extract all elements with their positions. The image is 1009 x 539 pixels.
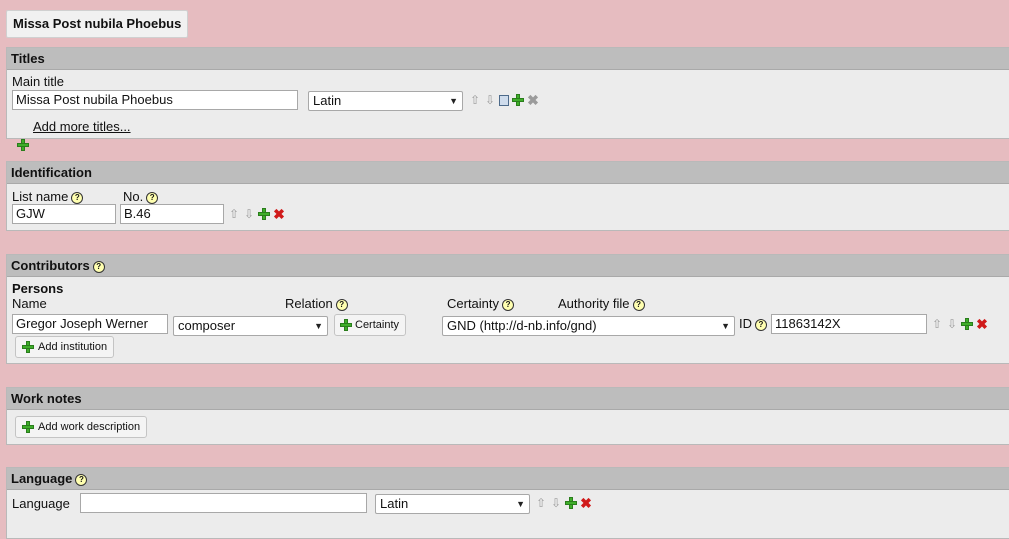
identification-panel: Identification List name? No.? GJW B.46 …	[6, 161, 1009, 231]
language-select[interactable]: Latin ▼	[375, 494, 530, 514]
help-icon[interactable]: ?	[502, 299, 515, 311]
chevron-down-icon: ▼	[516, 499, 525, 509]
no-label-text: No.	[123, 189, 144, 204]
title-language-value: Latin	[313, 93, 342, 108]
language-header: Language?	[7, 468, 1009, 490]
id-label: ID?	[739, 316, 767, 331]
work-notes-panel: Work notes Add work description	[6, 387, 1009, 445]
contributors-header: Contributors?	[7, 255, 1009, 277]
help-icon[interactable]: ?	[146, 192, 159, 204]
add-icon[interactable]	[565, 497, 577, 509]
move-down-icon[interactable]: ⇩	[484, 94, 496, 106]
contributors-header-text: Contributors	[11, 258, 90, 273]
list-name-label-text: List name	[12, 189, 69, 204]
certainty-button[interactable]: Certainty	[334, 314, 407, 336]
add-icon[interactable]	[512, 94, 524, 106]
add-icon[interactable]	[258, 208, 270, 220]
list-name-input[interactable]: GJW	[12, 204, 116, 224]
no-label: No.?	[123, 189, 159, 204]
authority-file-value: GND (http://d-nb.info/gnd)	[447, 318, 597, 333]
copy-icon[interactable]	[499, 94, 509, 106]
page-title: Missa Post nubila Phoebus	[6, 10, 189, 38]
add-institution-label: Add institution	[38, 341, 108, 353]
chevron-down-icon: ▼	[449, 96, 458, 106]
person-name-input[interactable]: Gregor Joseph Werner	[12, 314, 168, 334]
no-input[interactable]: B.46	[120, 204, 224, 224]
remove-icon[interactable]: ✖	[580, 496, 592, 510]
help-icon[interactable]: ?	[75, 474, 88, 486]
relation-label: Relation?	[285, 296, 348, 311]
language-select-value: Latin	[380, 496, 409, 511]
move-up-icon[interactable]: ⇧	[535, 497, 547, 509]
titles-header: Titles	[7, 48, 1009, 70]
language-input[interactable]	[80, 493, 367, 513]
name-label: Name	[12, 296, 47, 311]
add-icon	[340, 319, 352, 331]
remove-icon[interactable]: ✖	[273, 207, 285, 221]
titles-panel: Titles Main title Missa Post nubila Phoe…	[6, 47, 1009, 151]
contributors-panel: Contributors? Persons Name Relation? Cer…	[6, 254, 1009, 364]
remove-icon[interactable]: ✖	[976, 317, 988, 331]
add-icon[interactable]	[961, 318, 973, 330]
relation-value: composer	[178, 318, 236, 333]
persons-label: Persons	[12, 281, 64, 296]
language-panel: Language? Language Latin ▼ ⇧ ⇩ ✖	[6, 467, 1009, 539]
add-institution-button[interactable]: Add institution	[15, 336, 115, 358]
add-work-description-label: Add work description	[38, 421, 141, 433]
main-title-input[interactable]: Missa Post nubila Phoebus	[12, 90, 298, 110]
move-down-icon[interactable]: ⇩	[946, 318, 958, 330]
move-up-icon[interactable]: ⇧	[931, 318, 943, 330]
authority-file-label: Authority file?	[558, 296, 645, 311]
chevron-down-icon: ▼	[721, 321, 730, 331]
move-up-icon[interactable]: ⇧	[228, 208, 240, 220]
relation-label-text: Relation	[285, 296, 333, 311]
add-more-titles-link[interactable]: Add more titles...	[33, 119, 131, 134]
help-icon[interactable]: ?	[755, 319, 767, 331]
move-down-icon[interactable]: ⇩	[550, 497, 562, 509]
work-notes-header: Work notes	[7, 388, 1009, 410]
certainty-label: Certainty?	[447, 296, 515, 311]
move-up-icon[interactable]: ⇧	[469, 94, 481, 106]
language-header-text: Language	[11, 471, 73, 486]
add-icon	[22, 421, 34, 433]
list-name-label: List name?	[12, 189, 84, 204]
relation-select[interactable]: composer ▼	[173, 316, 328, 336]
add-icon	[22, 341, 34, 353]
language-label: Language	[12, 496, 70, 511]
help-icon[interactable]: ?	[92, 261, 105, 273]
identification-header: Identification	[7, 162, 1009, 184]
add-work-description-button[interactable]: Add work description	[15, 416, 148, 438]
title-language-select[interactable]: Latin ▼	[308, 91, 463, 111]
help-icon[interactable]: ?	[335, 299, 348, 311]
authority-file-select[interactable]: GND (http://d-nb.info/gnd) ▼	[442, 316, 735, 336]
authority-file-label-text: Authority file	[558, 296, 630, 311]
certainty-button-label: Certainty	[355, 319, 400, 331]
remove-icon[interactable]: ✖	[527, 93, 539, 107]
add-titles-icon[interactable]	[17, 139, 29, 151]
main-title-label: Main title	[12, 74, 65, 89]
move-down-icon[interactable]: ⇩	[243, 208, 255, 220]
help-icon[interactable]: ?	[632, 299, 645, 311]
certainty-label-text: Certainty	[447, 296, 500, 311]
chevron-down-icon: ▼	[314, 321, 323, 331]
authority-id-input[interactable]: 11863142X	[771, 314, 927, 334]
help-icon[interactable]: ?	[71, 192, 84, 204]
id-label-text: ID	[739, 316, 752, 331]
